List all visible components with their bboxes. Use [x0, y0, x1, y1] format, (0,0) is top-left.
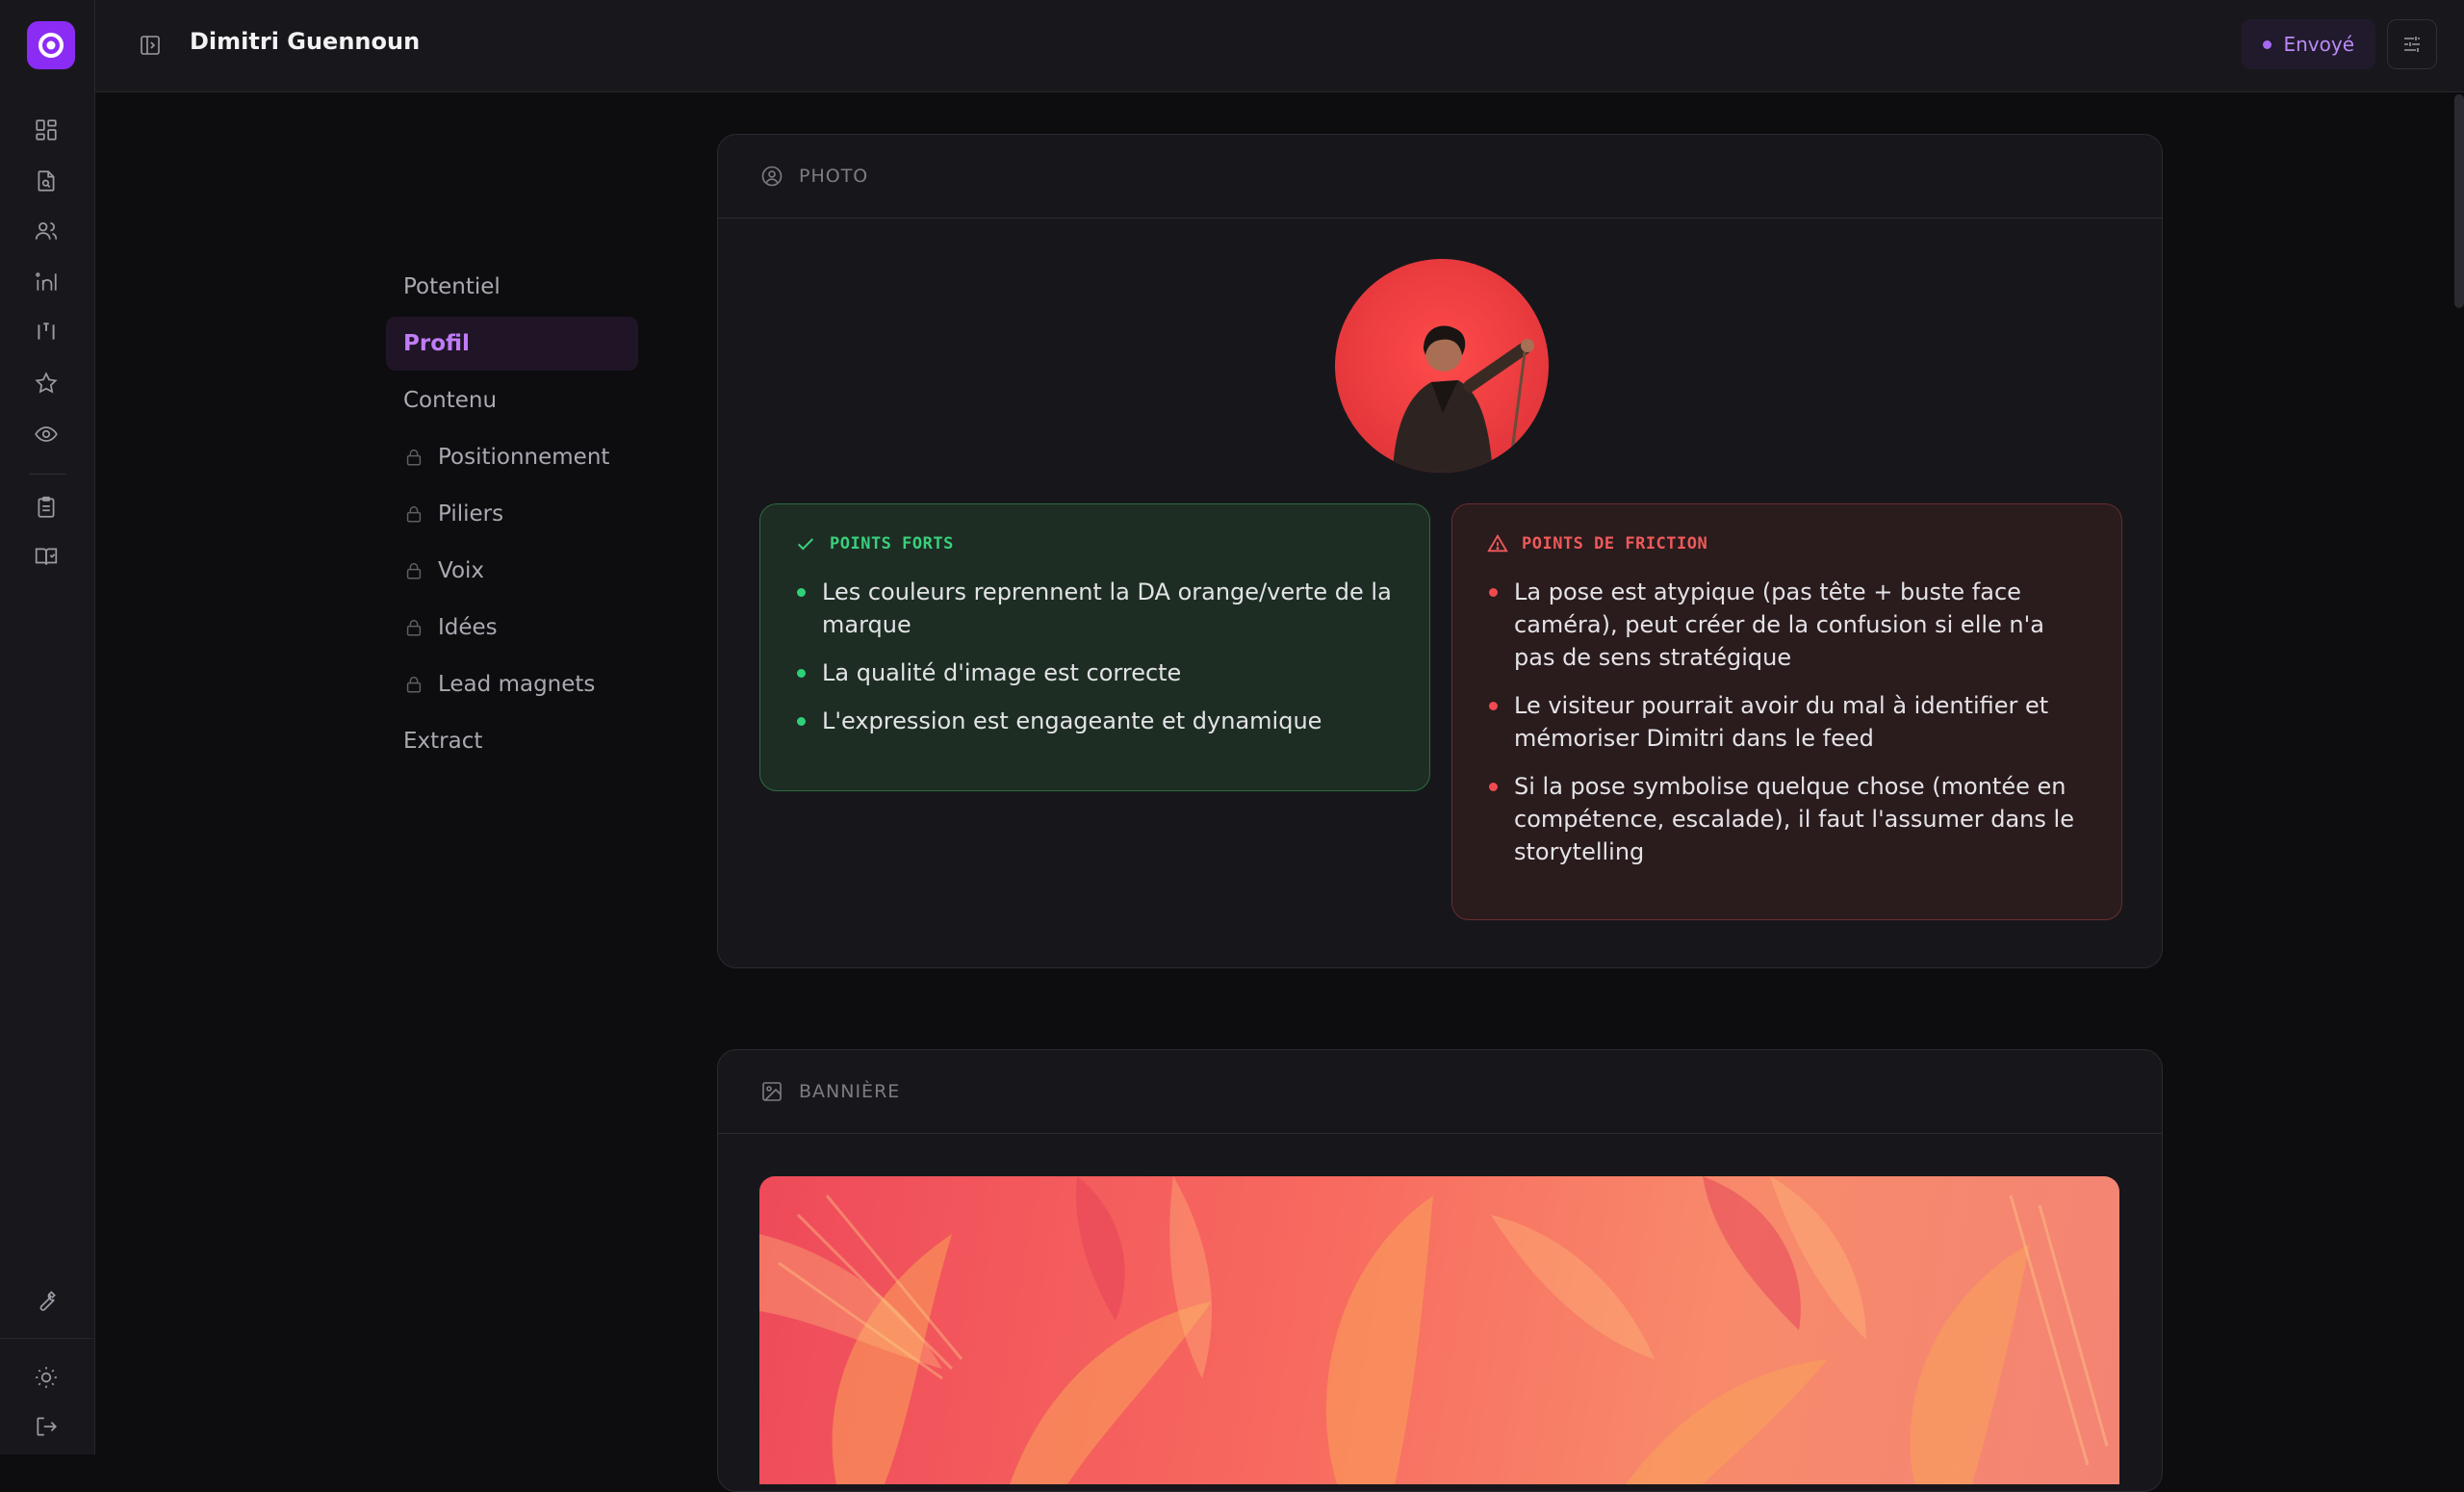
clipboard-icon[interactable] [30, 491, 63, 524]
linkedin-icon[interactable] [30, 266, 63, 298]
section-nav-label: Extract [403, 729, 483, 754]
section-nav: Potentiel Profil Contenu Positionnement Pili… [386, 260, 638, 771]
section-nav-label: Positionnement [438, 445, 610, 470]
section-nav-item[interactable]: Extract [386, 714, 638, 768]
status-badge[interactable]: Envoyé [2242, 19, 2375, 69]
section-nav-label: Voix [438, 558, 485, 583]
section-nav-item[interactable]: Voix [386, 544, 638, 598]
lock-icon [403, 674, 424, 695]
rail-bottom-divider [0, 1338, 94, 1339]
frictions-panel: POINTS DE FRICTION La pose est atypique … [1451, 503, 2122, 920]
rail-divider [29, 474, 65, 475]
section-nav-item[interactable]: Positionnement [386, 430, 638, 484]
page-title: Dimitri Guennoun [190, 28, 421, 55]
settings-button[interactable] [2387, 19, 2437, 69]
user-circle-icon [761, 166, 783, 187]
check-icon [797, 538, 814, 551]
section-nav-label: Profil [403, 331, 470, 356]
banner-card-header: BANNIÈRE [718, 1050, 2162, 1134]
section-nav-label: Idées [438, 615, 498, 640]
strength-item: La qualité d'image est correcte [795, 656, 1397, 689]
document-search-icon[interactable] [30, 165, 63, 197]
lock-icon [403, 447, 424, 468]
eye-icon[interactable] [30, 418, 63, 450]
users-icon[interactable] [30, 215, 63, 247]
photo-card: PHOTO POINTS FORTS Les couleurs reprenne… [717, 134, 2163, 968]
lock-icon [403, 617, 424, 638]
strength-item: L'expression est engageante et dynamique [795, 705, 1397, 737]
sun-icon[interactable] [30, 1361, 63, 1394]
friction-item: Si la pose symbolise quelque chose (mont… [1487, 770, 2089, 868]
section-nav-item[interactable]: Lead magnets [386, 657, 638, 711]
section-nav-label: Piliers [438, 502, 504, 527]
lock-icon [403, 560, 424, 581]
page-scrollbar[interactable] [2454, 94, 2464, 308]
sliders-icon [2404, 37, 2420, 52]
strengths-panel: POINTS FORTS Les couleurs reprennent la … [759, 503, 1430, 791]
image-icon [762, 1082, 782, 1101]
friction-item: La pose est atypique (pas tête + buste f… [1487, 576, 2089, 674]
warning-icon [1487, 533, 1508, 553]
status-dot [2263, 39, 2272, 49]
banner-card-title: BANNIÈRE [799, 1081, 901, 1102]
banner-image [759, 1176, 2119, 1484]
banner-card: BANNIÈRE [717, 1049, 2163, 1492]
logout-icon[interactable] [30, 1410, 63, 1443]
columns-icon[interactable] [30, 316, 63, 348]
section-nav-item[interactable]: Potentiel [386, 260, 638, 314]
app-sidebar [0, 0, 95, 1454]
section-nav-item[interactable]: Contenu [386, 373, 638, 427]
photo-card-title: PHOTO [799, 166, 869, 187]
profile-photo [1335, 259, 1549, 473]
sidebar-toggle-icon [141, 36, 160, 55]
top-bar: Dimitri Guennoun Envoyé [95, 0, 2464, 92]
frictions-title: POINTS DE FRICTION [1522, 534, 1708, 553]
dashboard-icon[interactable] [30, 114, 63, 146]
book-icon[interactable] [30, 540, 63, 573]
photo-card-header: PHOTO [718, 135, 2162, 219]
section-nav-label: Contenu [403, 388, 498, 413]
section-nav-item[interactable]: Profil [386, 317, 638, 371]
wrench-icon[interactable] [30, 1284, 63, 1317]
section-nav-item[interactable]: Idées [386, 601, 638, 655]
strengths-title: POINTS FORTS [830, 534, 954, 553]
status-label: Envoyé [2283, 33, 2354, 56]
app-logo[interactable] [27, 21, 75, 69]
strength-item: Les couleurs reprennent la DA orange/ver… [795, 576, 1397, 641]
logo-icon [38, 33, 64, 58]
lock-icon [403, 503, 424, 525]
section-nav-label: Lead magnets [438, 672, 596, 697]
star-icon[interactable] [30, 367, 63, 399]
friction-item: Le visiteur pourrait avoir du mal à iden… [1487, 689, 2089, 755]
section-nav-item[interactable]: Piliers [386, 487, 638, 541]
section-nav-label: Potentiel [403, 274, 500, 299]
sidebar-toggle-button[interactable] [136, 31, 165, 60]
